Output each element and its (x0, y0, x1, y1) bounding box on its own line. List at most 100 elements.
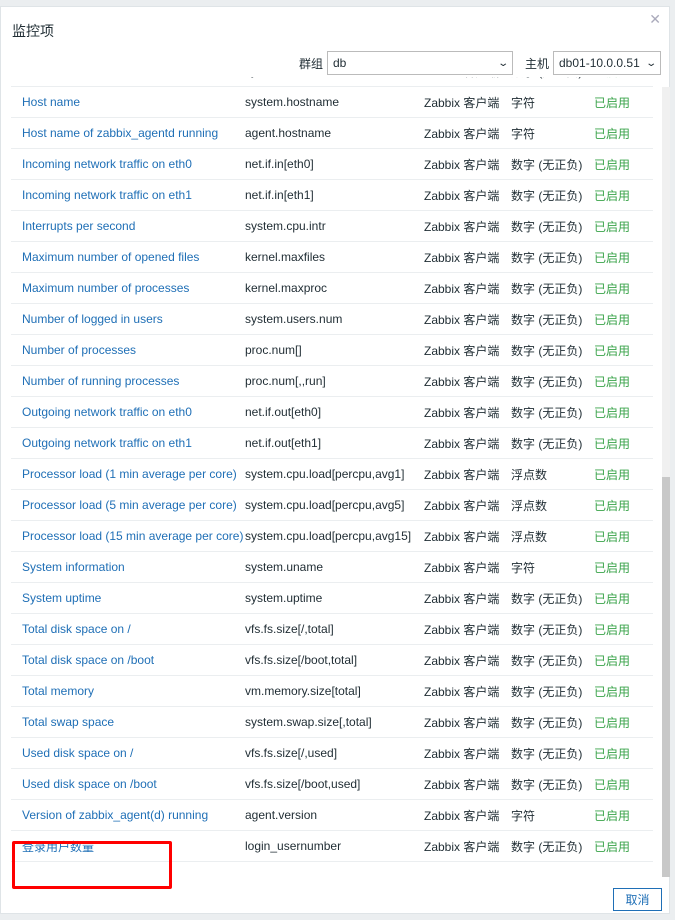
item-name-link[interactable]: Used disk space on / (11, 746, 245, 760)
item-status: 已启用 (594, 219, 631, 234)
item-status: 已启用 (594, 746, 631, 761)
cancel-button[interactable]: 取消 (613, 888, 662, 911)
table-row: Total disk space on / vfs.fs.size[/,total… (11, 614, 653, 645)
item-name-link[interactable]: Maximum number of opened files (11, 250, 245, 264)
item-status: 已启用 (594, 343, 631, 358)
item-status: 已启用 (594, 405, 631, 420)
item-value-type: 字符 (511, 560, 536, 575)
item-key: system.cpu.load[percpu,avg15] (245, 529, 412, 543)
table-row: Interrupts per second system.cpu.intr Zabb… (11, 211, 653, 242)
item-type: Zabbix 客户端 (424, 374, 500, 389)
item-name-link[interactable]: Total memory (11, 684, 245, 698)
item-name-link[interactable]: Processor load (1 min average per core) (11, 467, 245, 481)
item-name-link[interactable]: System uptime (11, 591, 245, 605)
item-name-link[interactable]: Number of processes (11, 343, 245, 357)
table-row: Maximum number of opened files kernel.max… (11, 242, 653, 273)
item-key: vfs.fs.size[/,total] (245, 622, 334, 636)
item-type: Zabbix 客户端 (424, 405, 500, 420)
item-status: 已启用 (594, 715, 631, 730)
item-value-type: 数字 (无正负) (511, 746, 583, 761)
item-type: Zabbix 客户端 (424, 250, 500, 265)
host-label: 主机 (524, 56, 549, 71)
item-value-type: 数字 (无正负) (511, 343, 583, 358)
item-name-link[interactable]: Host name (11, 95, 245, 109)
item-key: system.localtime (245, 77, 424, 78)
item-type: Zabbix 客户端 (424, 777, 500, 792)
item-key: net.if.in[eth1] (245, 188, 314, 202)
host-select[interactable]: db01-10.0.0.51 ⌄ (553, 51, 661, 75)
item-status: 已启用 (594, 684, 631, 699)
table-row: Outgoing network traffic on eth1 net.if.o… (11, 428, 653, 459)
group-select[interactable]: db ⌄ (326, 51, 513, 75)
table-row: Host name of zabbix_agentd running agent.… (11, 118, 653, 149)
item-type: Zabbix 客户端 (424, 95, 500, 110)
item-status: 已启用 (594, 839, 631, 854)
item-value-type: 数字 (无正负) (511, 715, 583, 730)
item-type: Zabbix 客户端 (424, 467, 500, 482)
item-key: net.if.out[eth0] (245, 405, 322, 419)
item-value-type: 数字 (无正负) (511, 77, 594, 80)
item-status: 已启用 (594, 157, 631, 172)
item-type: Zabbix 客户端 (424, 281, 500, 296)
table-row: Incoming network traffic on eth1 net.if.i… (11, 180, 653, 211)
item-name-link[interactable]: Processor load (5 min average per core) (11, 498, 245, 512)
item-value-type: 浮点数 (511, 467, 548, 482)
item-name-link[interactable]: Total disk space on /boot (11, 653, 245, 667)
item-key: system.hostname (245, 95, 340, 109)
item-name-link[interactable]: Number of running processes (11, 374, 245, 388)
item-type: Zabbix 客户端 (424, 219, 500, 234)
item-name-link[interactable]: Incoming network traffic on eth1 (11, 188, 245, 202)
item-type: Zabbix 客户端 (424, 312, 500, 327)
item-status: 已启用 (594, 622, 631, 637)
item-name-link[interactable]: Number of logged in users (11, 312, 245, 326)
item-status: 已启用 (594, 77, 630, 80)
item-name-link[interactable]: Maximum number of processes (11, 281, 245, 295)
item-status: 已启用 (594, 653, 631, 668)
item-name-link[interactable]: Host name of zabbix_agentd running (11, 126, 245, 140)
table-row: Host name system.hostname Zabbix 客户端 字符 已启用 (11, 87, 653, 118)
item-name-link[interactable]: Total disk space on / (11, 622, 245, 636)
item-name-link[interactable]: Outgoing network traffic on eth1 (11, 436, 245, 450)
close-icon[interactable]: ✕ (649, 11, 661, 28)
item-key: system.cpu.intr (245, 219, 326, 233)
item-key: system.uptime (245, 591, 323, 605)
item-value-type: 数字 (无正负) (511, 188, 583, 203)
scrollbar[interactable] (662, 87, 670, 877)
item-name-link[interactable]: Incoming network traffic on eth0 (11, 157, 245, 171)
item-type: Zabbix 客户端 (424, 529, 500, 544)
item-status: 已启用 (594, 281, 631, 296)
item-name-link[interactable]: Version of zabbix_agent(d) running (11, 808, 245, 822)
item-name-link[interactable]: Total swap space (11, 715, 245, 729)
item-status: 已启用 (594, 312, 631, 327)
table-row: Version of zabbix_agent(d) running agent.… (11, 800, 653, 831)
item-status: 已启用 (594, 498, 631, 513)
item-status: 已启用 (594, 529, 631, 544)
table-row: Used disk space on / vfs.fs.size[/,used] Z… (11, 738, 653, 769)
item-status: 已启用 (594, 467, 631, 482)
item-type: Zabbix 客户端 (424, 653, 500, 668)
item-key: vfs.fs.size[/,used] (245, 746, 338, 760)
item-name-link[interactable]: Host local time (11, 77, 245, 78)
item-type: Zabbix 客户端 (424, 715, 500, 730)
item-value-type: 数字 (无正负) (511, 281, 583, 296)
item-value-type: 字符 (511, 126, 536, 141)
item-status: 已启用 (594, 436, 631, 451)
item-key: proc.num[] (245, 343, 302, 357)
item-type: Zabbix 客户端 (424, 126, 500, 141)
item-key: vm.memory.size[total] (245, 684, 361, 698)
item-type: Zabbix 客户端 (424, 343, 500, 358)
item-name-link[interactable]: Processor load (15 min average per core) (11, 529, 245, 543)
item-key: agent.hostname (245, 126, 332, 140)
scrollbar-thumb[interactable] (662, 477, 670, 877)
item-name-link[interactable]: Interrupts per second (11, 219, 245, 233)
item-name-link[interactable]: Used disk space on /boot (11, 777, 245, 791)
item-status: 已启用 (594, 560, 631, 575)
table-row: Total memory vm.memory.size[total] Zabbix … (11, 676, 653, 707)
item-type: Zabbix 客户端 (424, 436, 500, 451)
item-name-link[interactable]: System information (11, 560, 245, 574)
item-value-type: 数字 (无正负) (511, 219, 583, 234)
item-value-type: 数字 (无正负) (511, 622, 583, 637)
item-key: net.if.out[eth1] (245, 436, 322, 450)
item-name-link[interactable]: Outgoing network traffic on eth0 (11, 405, 245, 419)
table-row: Total swap space system.swap.size[,total]… (11, 707, 653, 738)
